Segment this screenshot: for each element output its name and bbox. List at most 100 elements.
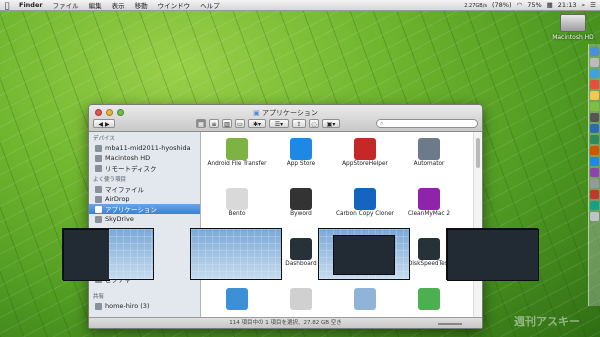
flag-icon[interactable]: ▦ xyxy=(547,1,553,9)
sidebar-item-label: マイファイル xyxy=(105,186,144,194)
safari-dock-icon[interactable] xyxy=(590,69,599,78)
thumbnail-grid xyxy=(191,229,281,279)
dropbox-button[interactable]: ▣▾ xyxy=(322,119,340,128)
vertical-scrollbar[interactable] xyxy=(473,132,482,318)
menu-view[interactable]: 表示 xyxy=(107,0,130,10)
word-dock-icon[interactable] xyxy=(590,124,599,133)
app-icon xyxy=(354,288,376,310)
app-icon xyxy=(290,188,312,210)
app-name: Android File Transfer xyxy=(207,161,267,167)
powerpoint-dock-icon[interactable] xyxy=(590,146,599,155)
title-bar[interactable]: ▣ アプリケーション ◀ ▶ ▦ ≡ ▥ ▭ ✱▾ ☰▾ ⇪ ◌ ▣▾ ⌕ xyxy=(89,105,482,132)
sidebar-item-shared-host[interactable]: home-hiro (3) xyxy=(89,301,200,311)
battery-percent[interactable]: 75% xyxy=(527,1,541,9)
battery-status[interactable]: (78%) xyxy=(492,1,512,9)
app-icon xyxy=(226,138,248,160)
thumbnail-dark-pane xyxy=(447,229,539,281)
sidebar-item-device[interactable]: mba11-mid2011-hyoshida xyxy=(89,143,200,153)
trash-dock-icon[interactable] xyxy=(590,212,599,221)
action-button[interactable]: ✱▾ xyxy=(248,119,266,128)
menu-go[interactable]: 移動 xyxy=(130,0,153,10)
app-name: AppStoreHelper xyxy=(342,161,388,167)
app-name: Bento xyxy=(228,211,246,217)
sidebar-item-my-files[interactable]: マイファイル xyxy=(89,184,200,194)
icon-size-slider[interactable] xyxy=(438,323,462,325)
messages-dock-icon[interactable] xyxy=(590,102,599,111)
app-icon xyxy=(418,288,440,310)
app-dock-icon[interactable] xyxy=(590,190,599,199)
desktop-hd-label: Macintosh HD xyxy=(552,34,594,41)
hard-drive-icon xyxy=(95,154,102,162)
clock[interactable]: 21:13 xyxy=(558,1,577,9)
sidebar-header-shared: 共有 xyxy=(93,294,105,300)
spotlight-icon[interactable]: ⌕ xyxy=(582,1,586,10)
view-column-button[interactable]: ▥ xyxy=(222,119,232,128)
launchpad-dock-icon[interactable] xyxy=(590,58,599,67)
finder-dock-icon[interactable] xyxy=(590,47,599,56)
app-item[interactable]: AppStoreHelper xyxy=(333,136,397,186)
remote-disc-icon xyxy=(95,164,102,172)
applications-icon xyxy=(95,205,102,213)
file-grid-area: Android File Transfer App Store AppStoreHe… xyxy=(201,132,474,318)
sidebar-item-airdrop[interactable]: AirDrop xyxy=(89,194,200,204)
terminal-dock-icon[interactable] xyxy=(590,113,599,122)
status-indicator[interactable]: 2.27GB/s xyxy=(464,1,487,9)
sidebar-item-label: リモートディスク xyxy=(105,165,157,173)
arrange-button[interactable]: ☰▾ xyxy=(269,119,289,128)
menu-window[interactable]: ウインドウ xyxy=(153,0,196,10)
tags-button[interactable]: ◌ xyxy=(309,119,319,128)
folder-icon: ▣ xyxy=(253,109,260,117)
hard-drive-icon xyxy=(560,14,586,32)
space-thumbnail[interactable] xyxy=(190,228,282,280)
menu-help[interactable]: ヘルプ xyxy=(195,0,225,10)
space-thumbnail[interactable] xyxy=(62,228,154,281)
app-name: Byword xyxy=(290,211,312,217)
space-thumbnail[interactable] xyxy=(318,228,410,280)
notes-dock-icon[interactable] xyxy=(590,91,599,100)
calendar-dock-icon[interactable] xyxy=(590,80,599,89)
sidebar-item-applications[interactable]: アプリケーション xyxy=(89,204,200,214)
appstore-dock-icon[interactable] xyxy=(590,157,599,166)
search-field[interactable]: ⌕ xyxy=(376,119,478,128)
sidebar-item-remote-disc[interactable]: リモートディスク xyxy=(89,163,200,173)
status-text: 2.27GB/s xyxy=(464,3,487,9)
apple-menu-icon[interactable]:  xyxy=(0,1,14,10)
app-item[interactable]: Android File Transfer xyxy=(205,136,269,186)
view-icon-button[interactable]: ▦ xyxy=(196,119,206,128)
excel-dock-icon[interactable] xyxy=(590,135,599,144)
scroll-thumb[interactable] xyxy=(476,138,480,168)
airdrop-icon xyxy=(95,195,102,203)
wifi-icon[interactable]: ◠ xyxy=(517,1,523,9)
sidebar-item-skydrive[interactable]: SkyDrive xyxy=(89,214,200,224)
itunes-dock-icon[interactable] xyxy=(590,168,599,177)
menu-file[interactable]: ファイル xyxy=(48,0,84,10)
app-item[interactable]: App Store xyxy=(269,136,333,186)
app-dock-icon[interactable] xyxy=(590,201,599,210)
preferences-dock-icon[interactable] xyxy=(590,179,599,188)
sidebar-item-macintosh-hd[interactable]: Macintosh HD xyxy=(89,153,200,163)
menu-finder[interactable]: Finder xyxy=(14,1,48,9)
view-list-button[interactable]: ≡ xyxy=(209,119,219,128)
thumbnail-dark-pane xyxy=(333,235,395,275)
sidebar-header-devices: デバイス xyxy=(93,136,115,142)
app-icon xyxy=(418,188,440,210)
menu-bar:  Finder ファイル 編集 表示 移動 ウインドウ ヘルプ 2.27GB/… xyxy=(0,0,600,11)
toolbar: ◀ ▶ ▦ ≡ ▥ ▭ ✱▾ ☰▾ ⇪ ◌ ▣▾ ⌕ xyxy=(93,118,478,129)
status-text: 114 項目中の 1 項目を選択、27.82 GB 空き xyxy=(229,320,342,326)
notification-icon[interactable]: ☰ xyxy=(590,1,596,9)
app-name: App Store xyxy=(286,161,316,167)
view-coverflow-button[interactable]: ▭ xyxy=(235,119,245,128)
app-icon xyxy=(418,238,440,260)
share-button[interactable]: ⇪ xyxy=(292,119,306,128)
menu-extras: 2.27GB/s (78%) ◠ 75% ▦ 21:13 ⌕ ☰ xyxy=(464,1,600,10)
app-item[interactable]: Automator xyxy=(397,136,461,186)
back-forward-buttons[interactable]: ◀ ▶ xyxy=(93,119,115,128)
app-icon xyxy=(290,138,312,160)
window-title: ▣ アプリケーション xyxy=(89,108,482,118)
desktop-hd-icon[interactable]: Macintosh HD xyxy=(548,14,598,41)
app-icon xyxy=(290,288,312,310)
sidebar-item-label: home-hiro (3) xyxy=(105,302,150,310)
sidebar-item-label: AirDrop xyxy=(105,195,130,203)
space-thumbnail[interactable] xyxy=(446,228,539,281)
menu-edit[interactable]: 編集 xyxy=(84,0,107,10)
